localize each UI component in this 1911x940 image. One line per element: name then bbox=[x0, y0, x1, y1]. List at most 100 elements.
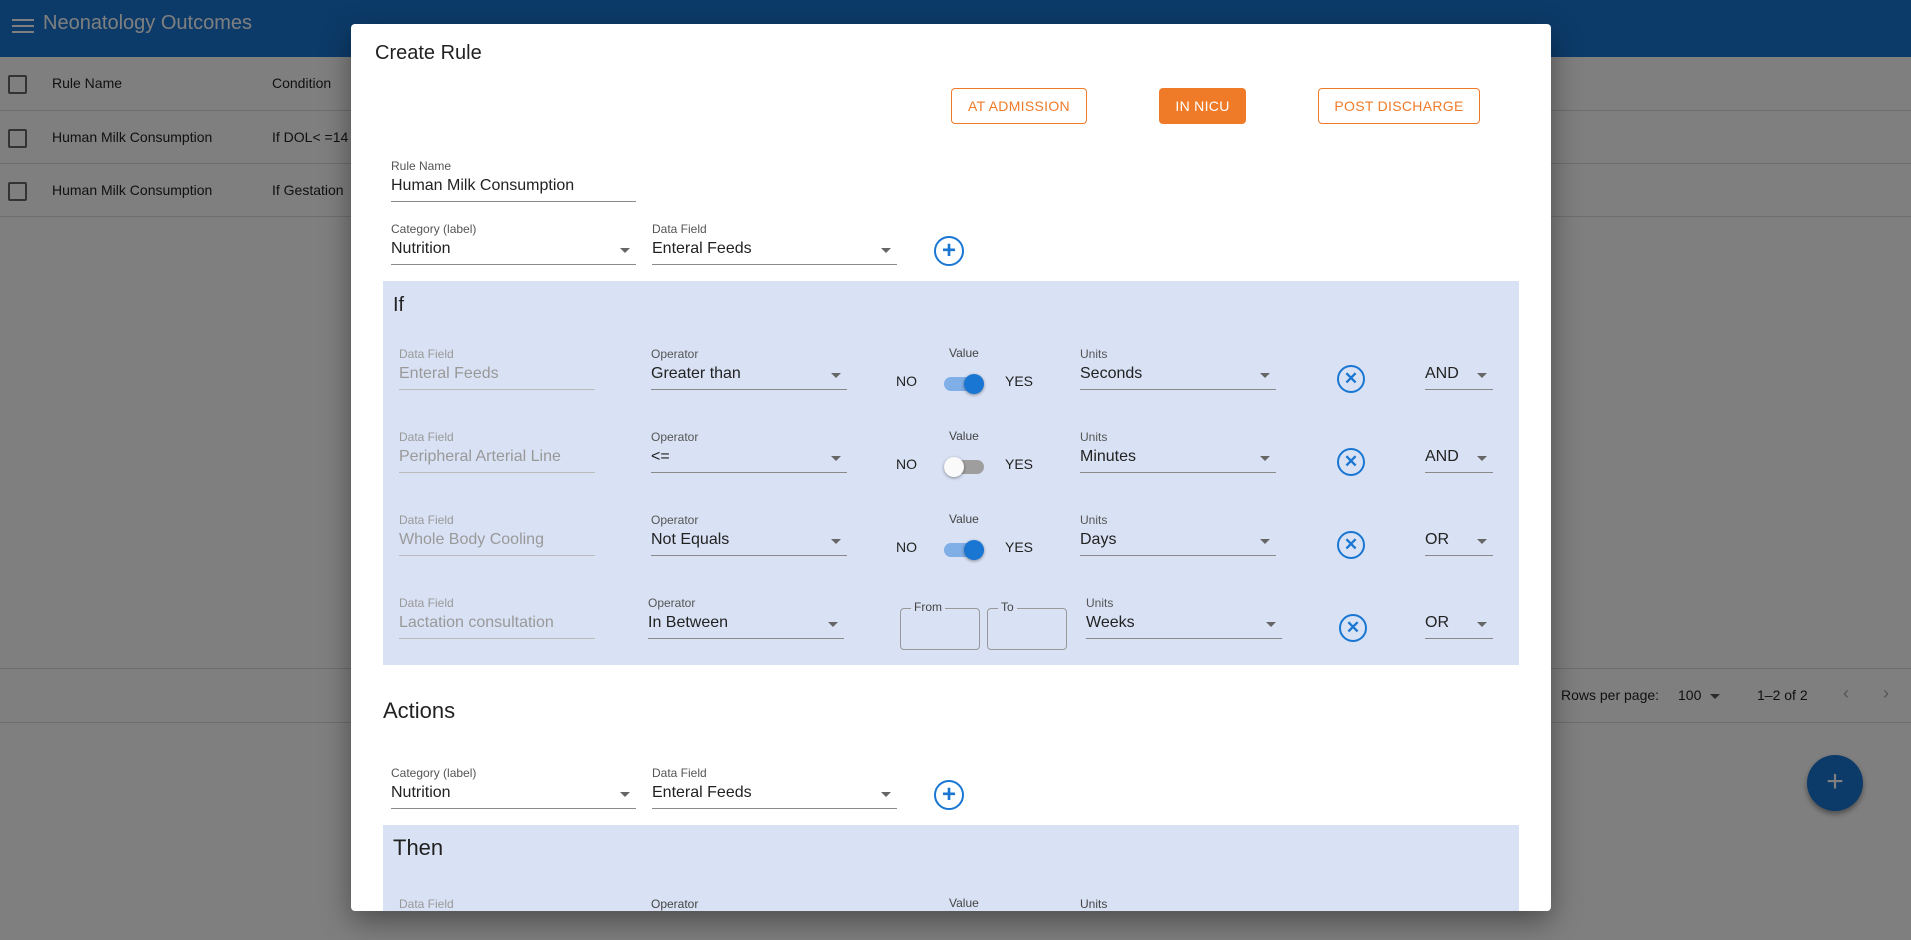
category-label: Category (label) bbox=[391, 766, 477, 780]
chevron-down-icon bbox=[828, 622, 838, 627]
action-category-select[interactable]: Category (label) Nutrition bbox=[391, 766, 636, 814]
value-toggle[interactable] bbox=[944, 540, 984, 560]
chevron-down-icon bbox=[620, 792, 630, 797]
chevron-down-icon bbox=[881, 792, 891, 797]
to-input[interactable]: To bbox=[987, 600, 1067, 650]
data-field-label: Data Field bbox=[399, 430, 454, 444]
conjunction-value: AND bbox=[1425, 448, 1459, 465]
operator-select[interactable]: Operator <= bbox=[651, 430, 847, 478]
category-value: Nutrition bbox=[391, 784, 451, 801]
yes-label: YES bbox=[1005, 373, 1034, 389]
value-label: Value bbox=[949, 512, 979, 526]
data-field-label: Data Field bbox=[399, 596, 454, 610]
data-field-value: Enteral Feeds bbox=[652, 240, 752, 257]
data-field-label: Data Field bbox=[399, 347, 454, 361]
chevron-down-icon bbox=[1260, 373, 1270, 378]
operator-value: Greater than bbox=[651, 365, 741, 382]
dialog-title: Create Rule bbox=[375, 42, 482, 64]
data-field-value: Enteral Feeds bbox=[399, 365, 499, 382]
add-condition-button[interactable]: + bbox=[934, 236, 964, 266]
operator-value: <= bbox=[651, 448, 670, 465]
operator-select[interactable]: Operator Greater than bbox=[651, 347, 847, 395]
add-circle-icon: + bbox=[941, 781, 956, 808]
no-label: NO bbox=[896, 539, 917, 555]
condition-data-field: Data Field Enteral Feeds bbox=[399, 347, 595, 395]
data-field-label: Data Field bbox=[399, 897, 454, 911]
value-label: Value bbox=[949, 896, 979, 910]
cancel-circle-icon: ✕ bbox=[1343, 535, 1359, 554]
if-panel: If Data Field Enteral Feeds Operator Gre… bbox=[383, 281, 1519, 665]
if-title: If bbox=[393, 294, 405, 316]
units-label: Units bbox=[1080, 347, 1108, 361]
value-label: Value bbox=[949, 346, 979, 360]
units-value: Days bbox=[1080, 531, 1117, 548]
condition-data-field: Data Field Lactation consultation bbox=[399, 596, 595, 644]
operator-label: Operator bbox=[648, 596, 696, 610]
data-field-value: Enteral Feeds bbox=[652, 784, 752, 801]
then-title: Then bbox=[393, 835, 444, 860]
operator-label: Operator bbox=[651, 897, 699, 911]
condition-data-field: Data Field Peripheral Arterial Line bbox=[399, 430, 595, 478]
value-label: Value bbox=[949, 429, 979, 443]
actions-title: Actions bbox=[383, 698, 456, 723]
units-label: Units bbox=[1080, 513, 1108, 527]
add-action-button[interactable]: + bbox=[934, 780, 964, 810]
chevron-down-icon bbox=[1477, 373, 1487, 378]
chevron-down-icon bbox=[831, 539, 841, 544]
cancel-circle-icon: ✕ bbox=[1343, 369, 1359, 388]
value-toggle[interactable] bbox=[944, 457, 984, 477]
data-field-value: Whole Body Cooling bbox=[399, 531, 544, 548]
yes-label: YES bbox=[1005, 456, 1034, 472]
operator-label: Operator bbox=[651, 430, 699, 444]
units-select[interactable]: Units Minutes bbox=[1080, 430, 1276, 478]
post-discharge-button[interactable]: POST DISCHARGE bbox=[1318, 88, 1480, 124]
cancel-circle-icon: ✕ bbox=[1345, 618, 1361, 637]
to-label: To bbox=[998, 600, 1017, 614]
data-field-label: Data Field bbox=[652, 766, 707, 780]
operator-value: In Between bbox=[648, 614, 729, 631]
units-label: Units bbox=[1086, 596, 1114, 610]
units-select[interactable]: Units Seconds bbox=[1080, 347, 1276, 395]
rule-name-value: Human Milk Consumption bbox=[391, 177, 575, 194]
remove-condition-button[interactable]: ✕ bbox=[1337, 365, 1365, 393]
conjunction-select[interactable]: AND bbox=[1425, 430, 1493, 478]
units-select[interactable]: Units Weeks bbox=[1086, 596, 1282, 644]
conjunction-value: OR bbox=[1425, 531, 1449, 548]
no-label: NO bbox=[896, 456, 917, 472]
conjunction-select[interactable]: OR bbox=[1425, 596, 1493, 644]
conjunction-select[interactable]: AND bbox=[1425, 347, 1493, 395]
no-label: NO bbox=[896, 373, 917, 389]
conjunction-value: OR bbox=[1425, 614, 1449, 631]
chevron-down-icon bbox=[1266, 622, 1276, 627]
rule-name-field[interactable]: Rule Name Human Milk Consumption bbox=[391, 159, 636, 207]
from-input[interactable]: From bbox=[900, 600, 980, 650]
units-value: Weeks bbox=[1086, 614, 1135, 631]
value-toggle[interactable] bbox=[944, 374, 984, 394]
units-select[interactable]: Units Days bbox=[1080, 513, 1276, 561]
data-field-label: Data Field bbox=[652, 222, 707, 236]
units-value: Seconds bbox=[1080, 365, 1143, 382]
data-field-value: Peripheral Arterial Line bbox=[399, 448, 561, 465]
chevron-down-icon bbox=[881, 248, 891, 253]
rule-name-label: Rule Name bbox=[391, 159, 452, 173]
units-label: Units bbox=[1080, 430, 1108, 444]
operator-label: Operator bbox=[651, 513, 699, 527]
operator-select[interactable]: Operator Not Equals bbox=[651, 513, 847, 561]
chevron-down-icon bbox=[1477, 539, 1487, 544]
add-circle-icon: + bbox=[941, 237, 956, 264]
data-field-select[interactable]: Data Field Enteral Feeds bbox=[652, 222, 897, 270]
action-data-field-select[interactable]: Data Field Enteral Feeds bbox=[652, 766, 897, 814]
remove-condition-button[interactable]: ✕ bbox=[1339, 614, 1367, 642]
then-panel: Then Data Field Operator Value Units bbox=[383, 825, 1519, 911]
in-nicu-button[interactable]: IN NICU bbox=[1159, 88, 1246, 124]
at-admission-button[interactable]: AT ADMISSION bbox=[951, 88, 1087, 124]
create-rule-dialog: Create Rule AT ADMISSION IN NICU POST DI… bbox=[351, 24, 1551, 911]
category-value: Nutrition bbox=[391, 240, 451, 257]
conjunction-select[interactable]: OR bbox=[1425, 513, 1493, 561]
chevron-down-icon bbox=[620, 248, 630, 253]
from-label: From bbox=[911, 600, 945, 614]
remove-condition-button[interactable]: ✕ bbox=[1337, 531, 1365, 559]
remove-condition-button[interactable]: ✕ bbox=[1337, 448, 1365, 476]
operator-select[interactable]: Operator In Between bbox=[648, 596, 844, 644]
category-select[interactable]: Category (label) Nutrition bbox=[391, 222, 636, 270]
